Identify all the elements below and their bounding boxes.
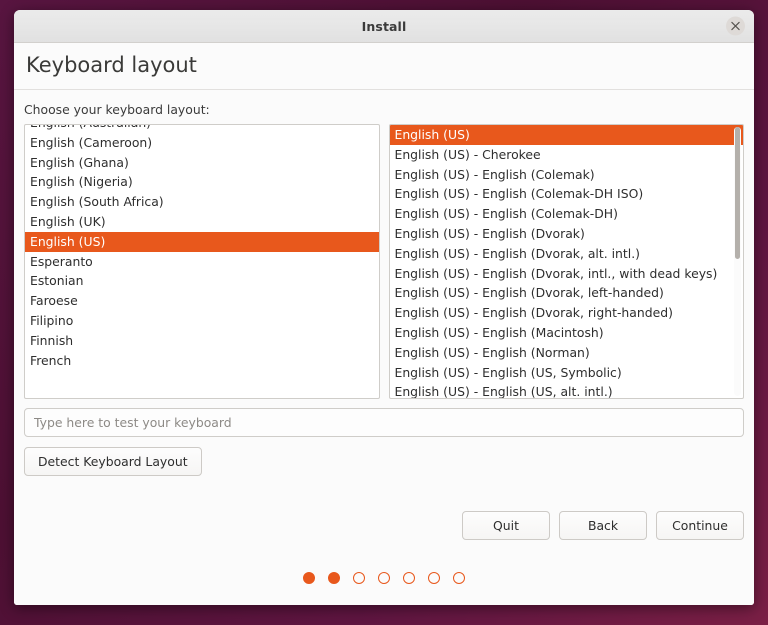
quit-button[interactable]: Quit — [462, 511, 550, 540]
list-item[interactable]: English (US) - English (Dvorak, intl., w… — [390, 264, 744, 284]
scrollbar-thumb[interactable] — [735, 127, 740, 259]
list-item[interactable]: English (US) — [25, 231, 379, 252]
progress-dot[interactable] — [378, 571, 390, 584]
progress-dot[interactable] — [353, 571, 365, 584]
list-item[interactable]: English (Australian) — [25, 125, 379, 133]
list-item[interactable]: English (UK) — [25, 212, 379, 232]
choose-layout-label: Choose your keyboard layout: — [24, 102, 210, 117]
detect-keyboard-layout-button[interactable]: Detect Keyboard Layout — [24, 447, 202, 476]
install-window: Install Keyboard layout Choose your keyb… — [14, 10, 754, 605]
list-item[interactable]: English (US) - Cherokee — [390, 145, 744, 165]
list-item[interactable]: English (US) - English (Colemak-DH ISO) — [390, 184, 744, 204]
list-item[interactable]: French — [25, 351, 379, 371]
continue-button[interactable]: Continue — [656, 511, 744, 540]
page-content: Choose your keyboard layout: English (Au… — [14, 90, 754, 550]
keyboard-test-input[interactable] — [24, 408, 744, 437]
list-item[interactable]: English (Ghana) — [25, 153, 379, 173]
list-item[interactable]: English (US) - English (US, Symbolic) — [390, 363, 744, 383]
page-title: Keyboard layout — [26, 53, 197, 77]
progress-dots — [14, 550, 754, 605]
back-button[interactable]: Back — [559, 511, 647, 540]
list-item[interactable]: Filipino — [25, 311, 379, 331]
page-header: Keyboard layout — [14, 43, 754, 90]
list-item[interactable]: Estonian — [25, 271, 379, 291]
progress-dot[interactable] — [453, 571, 465, 584]
list-item[interactable]: Esperanto — [25, 252, 379, 272]
variant-list-items: English (US) English (US) - Cherokee Engli… — [389, 125, 744, 398]
layout-list-items: English (Australian)English (Cameroon)En… — [25, 125, 379, 371]
window-title: Install — [361, 18, 407, 34]
list-item[interactable]: English (US) — [389, 125, 743, 145]
window-titlebar: Install — [14, 10, 754, 43]
progress-dot[interactable] — [403, 571, 415, 584]
footer-buttons: Quit Back Continue — [462, 511, 744, 540]
list-item[interactable]: Finnish — [25, 331, 379, 351]
variant-list-scrollbar[interactable] — [734, 127, 741, 396]
list-item[interactable]: English (US) - English (Norman) — [390, 343, 744, 363]
list-item[interactable]: English (US) - English (Colemak) — [390, 165, 744, 185]
list-item[interactable]: English (South Africa) — [25, 192, 379, 212]
list-item[interactable]: English (US) - English (Colemak-DH) — [390, 204, 744, 224]
list-item[interactable]: Faroese — [25, 291, 379, 311]
list-item[interactable]: English (US) - English (Macintosh) — [390, 323, 744, 343]
keyboard-lists: English (Australian)English (Cameroon)En… — [24, 124, 744, 399]
list-item[interactable]: English (US) - English (Dvorak, left-han… — [390, 283, 744, 303]
progress-dot[interactable] — [303, 571, 315, 584]
list-item[interactable]: English (US) - English (US, alt. intl.) — [390, 382, 744, 398]
list-item[interactable]: English (US) - English (Dvorak, right-ha… — [390, 303, 744, 323]
list-item[interactable]: English (Nigeria) — [25, 172, 379, 192]
keyboard-layout-list[interactable]: English (Australian)English (Cameroon)En… — [24, 124, 380, 399]
detect-button-row: Detect Keyboard Layout — [24, 447, 744, 476]
list-item[interactable]: English (Cameroon) — [25, 133, 379, 153]
keyboard-variant-list[interactable]: English (US) English (US) - Cherokee Engli… — [388, 124, 744, 399]
progress-dot[interactable] — [328, 571, 340, 584]
close-icon[interactable] — [726, 16, 745, 36]
list-item[interactable]: English (US) - English (Dvorak) — [390, 224, 744, 244]
progress-dot[interactable] — [428, 571, 440, 584]
list-item[interactable]: English (US) - English (Dvorak, alt. int… — [390, 244, 744, 264]
